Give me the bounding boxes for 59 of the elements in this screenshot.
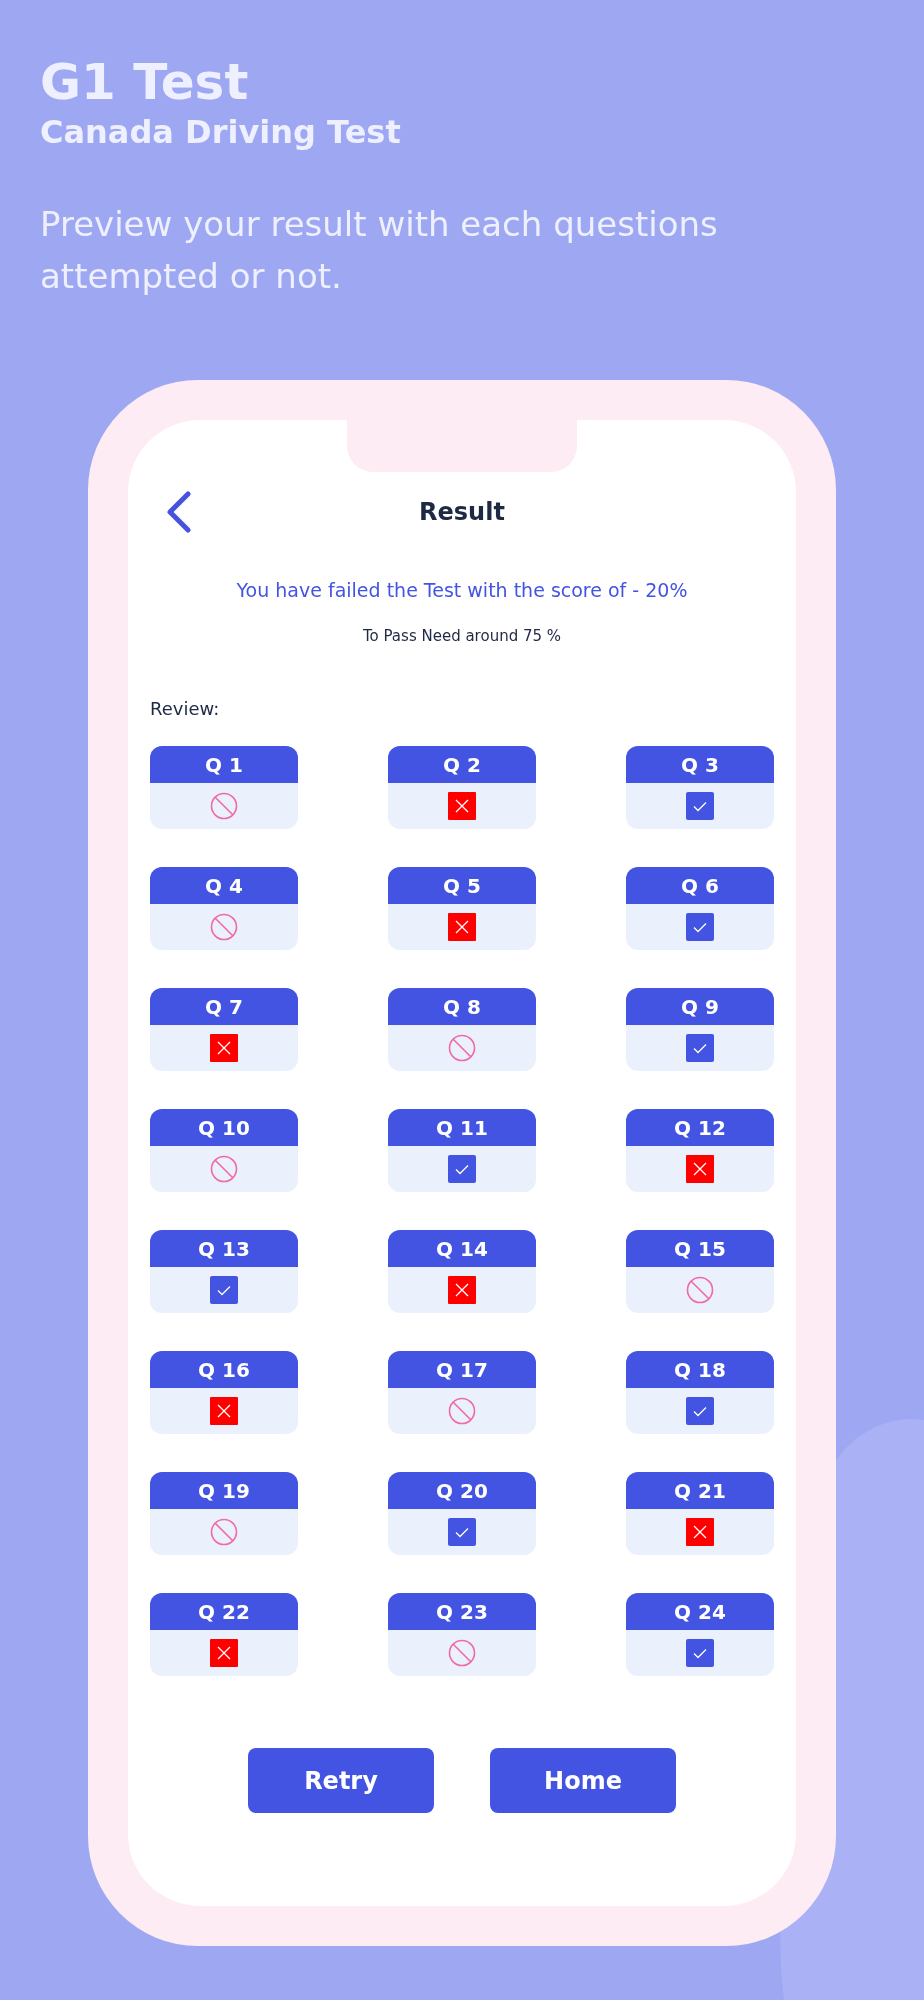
question-card[interactable]: Q 22: [150, 1593, 298, 1676]
question-label: Q 23: [388, 1593, 536, 1630]
question-label: Q 10: [150, 1109, 298, 1146]
question-card[interactable]: Q 4: [150, 867, 298, 950]
question-card[interactable]: Q 19: [150, 1472, 298, 1555]
question-card[interactable]: Q 10: [150, 1109, 298, 1192]
question-label: Q 20: [388, 1472, 536, 1509]
question-card[interactable]: Q 11: [388, 1109, 536, 1192]
question-card[interactable]: Q 21: [626, 1472, 774, 1555]
action-button[interactable]: Home: [490, 1748, 676, 1813]
question-card[interactable]: Q 1: [150, 746, 298, 829]
question-label: Q 22: [150, 1593, 298, 1630]
question-card[interactable]: Q 17: [388, 1351, 536, 1434]
question-card[interactable]: Q 8: [388, 988, 536, 1071]
question-card[interactable]: Q 7: [150, 988, 298, 1071]
question-label: Q 12: [626, 1109, 774, 1146]
question-label: Q 11: [388, 1109, 536, 1146]
result-message: You have failed the Test with the score of - 20%: [236, 578, 688, 603]
question-label: Q 21: [626, 1472, 774, 1509]
question-card[interactable]: Q 12: [626, 1109, 774, 1192]
question-label: Q 4: [150, 867, 298, 904]
question-card[interactable]: Q 24: [626, 1593, 774, 1676]
app-title: G1 Test: [40, 52, 250, 112]
question-label: Q 7: [150, 988, 298, 1025]
back-icon: [164, 490, 194, 534]
question-card[interactable]: Q 18: [626, 1351, 774, 1434]
question-label: Q 14: [388, 1230, 536, 1267]
question-card[interactable]: Q 2: [388, 746, 536, 829]
back-button[interactable]: [164, 490, 194, 534]
question-label: Q 19: [150, 1472, 298, 1509]
question-card[interactable]: Q 3: [626, 746, 774, 829]
question-label: Q 9: [626, 988, 774, 1025]
question-card[interactable]: Q 16: [150, 1351, 298, 1434]
question-label: Q 8: [388, 988, 536, 1025]
app-subtitle: Canada Driving Test: [40, 112, 402, 152]
pass-requirement: To Pass Need around 75 %: [362, 625, 562, 647]
question-label: Q 1: [150, 746, 298, 783]
screen-title: Result: [419, 497, 505, 528]
question-label: Q 5: [388, 867, 536, 904]
question-label: Q 13: [150, 1230, 298, 1267]
question-label: Q 3: [626, 746, 774, 783]
question-card[interactable]: Q 20: [388, 1472, 536, 1555]
question-label: Q 6: [626, 867, 774, 904]
question-label: Q 2: [388, 746, 536, 783]
review-label: Review:: [150, 697, 220, 721]
question-card[interactable]: Q 9: [626, 988, 774, 1071]
question-label: Q 17: [388, 1351, 536, 1388]
question-label: Q 24: [626, 1593, 774, 1630]
question-card[interactable]: Q 13: [150, 1230, 298, 1313]
question-card[interactable]: Q 5: [388, 867, 536, 950]
question-label: Q 15: [626, 1230, 774, 1267]
question-card[interactable]: Q 15: [626, 1230, 774, 1313]
description: Preview your result with each questions attempted or not.: [40, 203, 719, 298]
question-label: Q 18: [626, 1351, 774, 1388]
action-button[interactable]: Retry: [248, 1748, 434, 1813]
question-card[interactable]: Q 23: [388, 1593, 536, 1676]
question-card[interactable]: Q 6: [626, 867, 774, 950]
question-card[interactable]: Q 14: [388, 1230, 536, 1313]
question-label: Q 16: [150, 1351, 298, 1388]
